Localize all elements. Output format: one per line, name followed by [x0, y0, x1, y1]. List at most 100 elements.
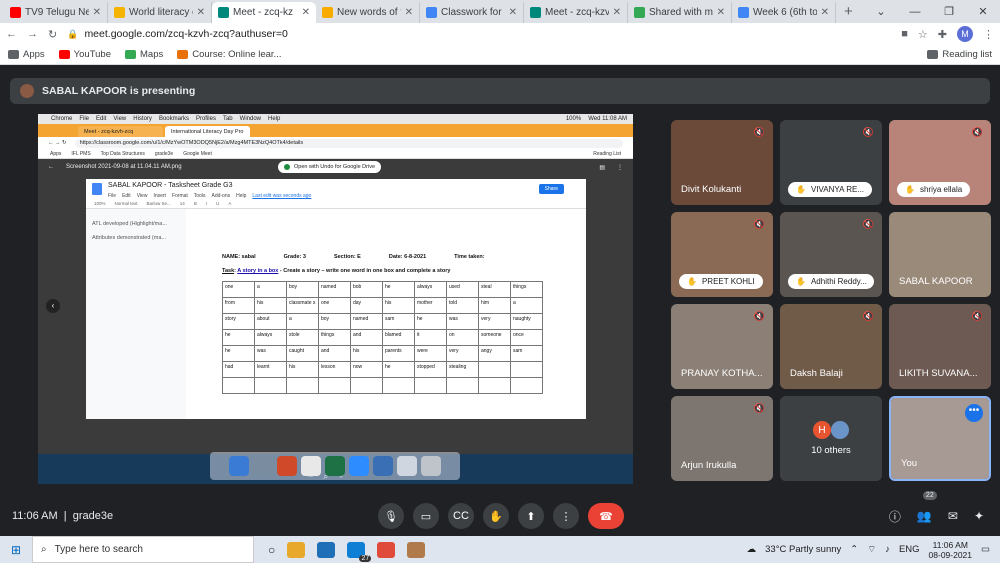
back-arrow-icon[interactable]: ←	[6, 28, 17, 40]
tile-options-button[interactable]: •••	[965, 404, 983, 422]
close-window-button[interactable]: ✕	[966, 5, 1000, 18]
participant-tile[interactable]: PRANAY KOTHA... 🔇	[671, 304, 773, 389]
minimize-button[interactable]: —	[898, 6, 932, 18]
info-icon[interactable]: ⓘ	[889, 508, 901, 525]
more-icon: ⋮	[560, 510, 572, 523]
captions-button[interactable]: CC	[448, 503, 474, 529]
close-tab-icon[interactable]: ✕	[509, 7, 517, 18]
network-icon[interactable]: ⌔	[867, 544, 876, 555]
profile-avatar[interactable]: M	[957, 26, 973, 42]
participant-tile[interactable]: You •••	[889, 396, 991, 481]
mac-menu-item: Tab	[222, 116, 233, 122]
chrome-taskbar-icon[interactable]	[377, 541, 396, 558]
bookmark-icon	[8, 50, 19, 59]
participant-tile[interactable]: ✋ Adhithi Reddy... 🔇	[780, 212, 882, 297]
close-tab-icon[interactable]: ✕	[302, 7, 310, 18]
grid-cell: always	[254, 329, 287, 346]
bookmark-item[interactable]: Course: Online lear...	[177, 49, 281, 60]
close-tab-icon[interactable]: ✕	[93, 7, 101, 18]
grid-cell: angy	[478, 345, 511, 362]
menu-kebab-icon[interactable]: ⋮	[983, 28, 994, 41]
bookmark-label: YouTube	[73, 49, 111, 60]
mail-icon[interactable]: 27	[347, 541, 372, 562]
tab-title: Meet - zcq-kzvh-	[545, 7, 609, 18]
tray-chevron-icon[interactable]: ⌃	[850, 544, 858, 555]
grid-cell: on	[446, 329, 479, 346]
volume-icon[interactable]: ♪	[885, 544, 890, 555]
doc-menu: File Edit View Insert Format Tools Add-ons Help…	[108, 193, 311, 199]
participant-tile[interactable]: ✋ shriya ellala 🔇	[889, 120, 991, 205]
browser-tab[interactable]: New words of the ✕	[316, 2, 420, 23]
participant-video: H 10 others	[780, 396, 882, 481]
taskbar-clock[interactable]: 11:06 AM 08-09-2021	[929, 540, 972, 560]
browser-tab[interactable]: Week 6 (6th to 9t ✕	[732, 2, 836, 23]
taskbar-app-icon[interactable]	[317, 541, 336, 558]
taskbar-search[interactable]: ⌕ Type here to search	[32, 536, 254, 563]
browser-tab[interactable]: World literacy day ✕	[108, 2, 212, 23]
folder-icon	[397, 456, 417, 476]
forward-arrow-icon[interactable]: →	[27, 28, 38, 40]
participant-tile[interactable]: H 10 others	[780, 396, 882, 481]
browser-tab[interactable]: Classwork for Hor ✕	[420, 2, 524, 23]
grid-cell: used	[446, 281, 479, 298]
participant-tile[interactable]: Divit Kolukanti 🔇	[671, 120, 773, 205]
participant-tile[interactable]: ✋ VIVANYA RE... 🔇	[780, 120, 882, 205]
browser-tab[interactable]: Shared with me - ✕	[628, 2, 732, 23]
participant-tile[interactable]: Daksh Balaji 🔇	[780, 304, 882, 389]
participant-tile[interactable]: SABAL KAPOOR	[889, 212, 991, 297]
windows-start-icon[interactable]: ⊞	[0, 543, 32, 557]
tab-search-icon[interactable]: ⌄	[864, 5, 898, 18]
grid-cell: about	[254, 313, 287, 330]
restore-button[interactable]: ❐	[932, 5, 966, 18]
task-view-icon[interactable]: ○	[268, 543, 275, 557]
weather-text: 33°C Partly sunny	[765, 544, 842, 555]
participant-tile[interactable]: ✋ PREET KOHLI 🔇	[671, 212, 773, 297]
notifications-icon[interactable]: ▭	[981, 544, 990, 555]
mic-button[interactable]: 🎙	[378, 503, 404, 529]
close-tab-icon[interactable]: ✕	[821, 7, 829, 18]
participant-tile[interactable]: Arjun Irukulla 🔇	[671, 396, 773, 481]
shared-tab-strip: Meet - zcq-kzvh-zcq International Litera…	[38, 124, 633, 137]
chat-icon[interactable]: ✉	[948, 509, 958, 523]
raise-hand-button[interactable]: ✋	[483, 503, 509, 529]
close-tab-icon[interactable]: ✕	[197, 7, 205, 18]
story-grid: one a boy named bob he always used steal things fr…	[222, 281, 543, 394]
mac-menu-list: Chrome File Edit View History Bookmarks Profil…	[51, 116, 280, 122]
camera-button[interactable]: ▭	[413, 503, 439, 529]
present-button[interactable]: ⬆	[518, 503, 544, 529]
network-icon	[373, 456, 393, 476]
shared-bookmark: Google Meet	[183, 150, 212, 157]
participant-tile[interactable]: LIKITH SUVANA... 🔇	[889, 304, 991, 389]
more-options-button[interactable]: ⋮	[553, 503, 579, 529]
muted-mic-icon: 🔇	[753, 403, 765, 413]
omnibox[interactable]: 🔒 meet.google.com/zcq-kzvh-zcq?authuser=…	[67, 25, 891, 43]
grid-cell: naughty	[510, 313, 543, 330]
bookmark-item[interactable]: YouTube	[58, 49, 111, 60]
browser-tab[interactable]: TV9 Telugu News ✕	[4, 2, 108, 23]
new-tab-button[interactable]: +	[836, 2, 861, 23]
participant-name: LIKITH SUVANA...	[899, 368, 978, 379]
close-tab-icon[interactable]: ✕	[717, 7, 725, 18]
doc-menu-item: Edit	[122, 193, 131, 199]
close-tab-icon[interactable]: ✕	[405, 7, 413, 18]
close-tab-icon[interactable]: ✕	[613, 7, 621, 18]
bookmark-item[interactable]: Maps	[125, 49, 163, 60]
lock-icon[interactable]: 🔒	[67, 29, 78, 40]
leave-call-button[interactable]: ☎	[588, 503, 624, 529]
extensions-icon[interactable]: ✚	[938, 28, 947, 41]
taskbar-app-icon[interactable]	[407, 541, 426, 558]
browser-tab[interactable]: Meet - zcq-kz ✕	[212, 2, 316, 23]
grid-cell: from	[222, 297, 255, 314]
reload-icon[interactable]: ↻	[48, 28, 57, 41]
people-button[interactable]: 👥 22	[917, 491, 937, 523]
browser-tab[interactable]: Meet - zcq-kzvh- ✕	[524, 2, 628, 23]
taskbar-app-icon[interactable]	[287, 541, 306, 558]
bookmark-item[interactable]: Apps	[8, 49, 45, 60]
activities-icon[interactable]: ✦	[974, 509, 984, 523]
reading-list-button[interactable]: Reading list	[927, 49, 992, 60]
camera-icon[interactable]: ■	[901, 28, 908, 40]
bookmark-star-icon[interactable]: ☆	[918, 28, 928, 41]
language-indicator[interactable]: ENG	[899, 544, 920, 555]
tab-title: TV9 Telugu News	[25, 7, 89, 18]
weather-icon: ☁	[746, 544, 757, 555]
